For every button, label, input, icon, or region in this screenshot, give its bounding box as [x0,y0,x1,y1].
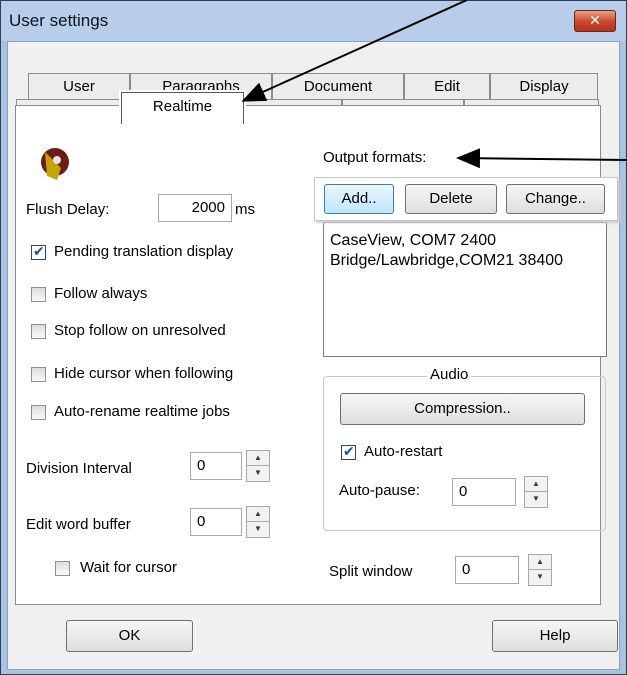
arrow-to-output-formats [456,148,627,169]
annotation-arrows [241,0,627,169]
arrow-to-realtime-tab [241,0,468,102]
